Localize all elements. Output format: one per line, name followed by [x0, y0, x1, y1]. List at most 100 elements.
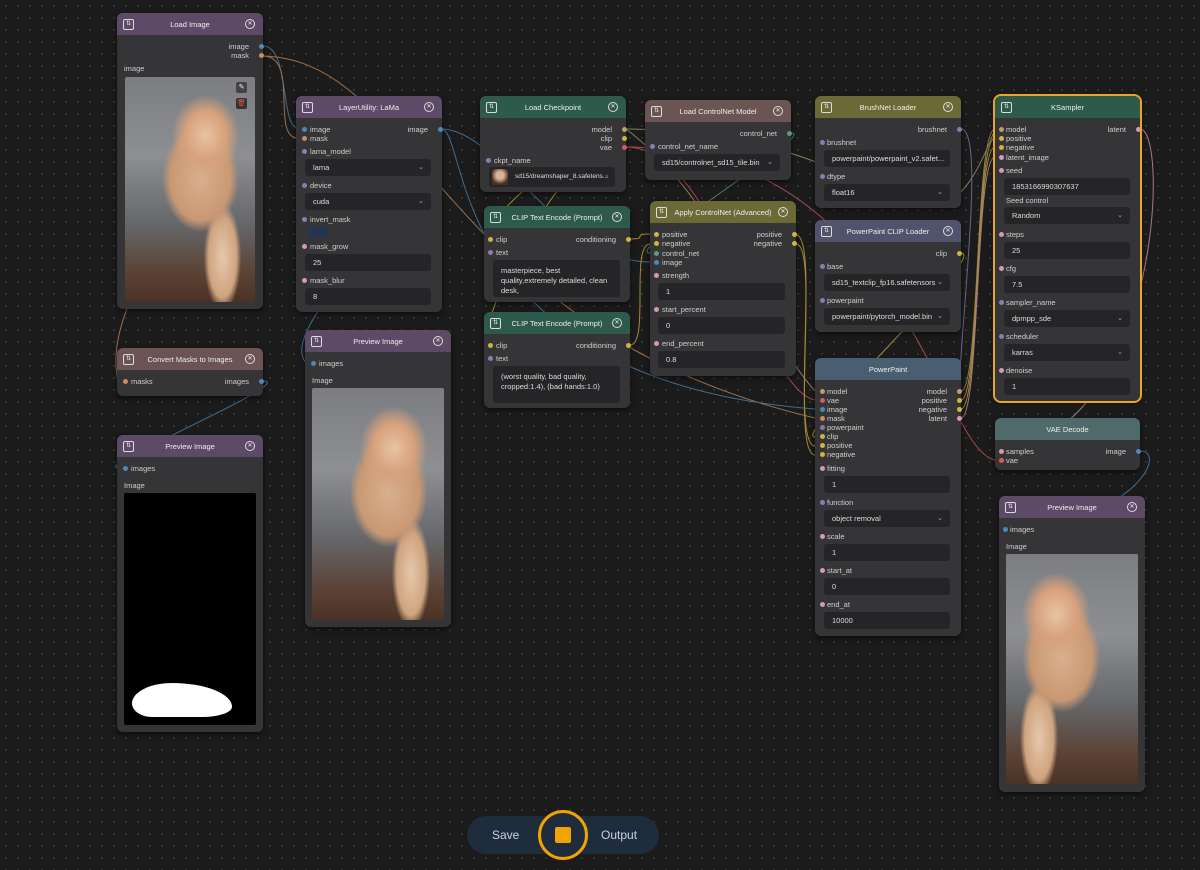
strength-input[interactable]: 1 [658, 283, 785, 300]
preview-mask-node[interactable]: ⇅ Preview Image ✕ images Image [117, 435, 263, 732]
strength-socket[interactable] [654, 273, 659, 278]
output-conditioning-socket[interactable] [626, 237, 631, 242]
close-icon[interactable]: ✕ [245, 354, 255, 364]
output-clip-socket[interactable] [622, 136, 627, 141]
node-header[interactable]: ⇅ Preview Image ✕ [117, 435, 263, 457]
preview-lama-node[interactable]: ⇅ Preview Image ✕ images Image [305, 330, 451, 627]
output-clip-socket[interactable] [957, 251, 962, 256]
node-header[interactable]: ⇅ PowerPaint CLIP Loader ✕ [815, 220, 961, 242]
end-percent-input[interactable]: 0.8 [658, 351, 785, 368]
output-model-socket[interactable] [622, 127, 627, 132]
input-negative-socket[interactable] [999, 145, 1004, 150]
cfg-socket[interactable] [999, 266, 1004, 271]
input-images-socket[interactable] [311, 361, 316, 366]
input-vae-socket[interactable] [820, 398, 825, 403]
close-icon[interactable]: ✕ [612, 318, 622, 328]
end-at-socket[interactable] [820, 602, 825, 607]
input-samples-socket[interactable] [999, 449, 1004, 454]
controlnet-name-socket[interactable] [650, 144, 655, 149]
apply-controlnet-node[interactable]: ⇅ Apply ControlNet (Advanced) ✕ positive… [650, 201, 797, 376]
delete-icon[interactable]: 🗑 [236, 98, 247, 109]
start-at-socket[interactable] [820, 568, 825, 573]
start-percent-input[interactable]: 0 [658, 317, 785, 334]
input-images-socket[interactable] [123, 466, 128, 471]
close-icon[interactable]: ✕ [245, 441, 255, 451]
close-icon[interactable]: ✕ [245, 19, 255, 29]
powerpaint-clip-loader-node[interactable]: ⇅ PowerPaint CLIP Loader ✕ clip base sd1… [815, 220, 962, 332]
input-latent-image-socket[interactable] [999, 155, 1004, 160]
start-at-input[interactable]: 0 [824, 578, 950, 595]
input-clip-socket[interactable] [820, 434, 825, 439]
input-mask-socket[interactable] [302, 136, 307, 141]
input-image-socket[interactable] [302, 127, 307, 132]
start-percent-socket[interactable] [654, 307, 659, 312]
end-percent-socket[interactable] [654, 341, 659, 346]
output-images-socket[interactable] [259, 379, 264, 384]
output-button[interactable]: Output [601, 828, 637, 842]
edit-icon[interactable]: ✎ [236, 82, 247, 93]
input-positive-socket[interactable] [820, 443, 825, 448]
sampler-name-select[interactable]: dpmpp_sde ⌄ [1004, 310, 1130, 327]
stop-button[interactable] [538, 810, 588, 860]
output-latent-socket[interactable] [957, 416, 962, 421]
input-clip-socket[interactable] [488, 237, 493, 242]
input-control-net-socket[interactable] [654, 251, 659, 256]
load-controlnet-node[interactable]: ⇅ Load ControlNet Model ✕ control_net co… [645, 100, 792, 180]
input-images-socket[interactable] [1003, 527, 1008, 532]
seed-input[interactable]: 1853166990307637 [1004, 178, 1130, 195]
brushnet-select[interactable]: powerpaint/powerpaint_v2.safet... [824, 150, 950, 167]
close-icon[interactable]: ✕ [433, 336, 443, 346]
output-negative-socket[interactable] [957, 407, 962, 412]
brushnet-socket[interactable] [820, 140, 825, 145]
seed-control-select[interactable]: Random ⌄ [1004, 207, 1130, 224]
dtype-socket[interactable] [820, 174, 825, 179]
input-masks-socket[interactable] [123, 379, 128, 384]
output-brushnet-socket[interactable] [957, 127, 962, 132]
preview-final-node[interactable]: ⇅ Preview Image ✕ images Image [999, 496, 1145, 792]
output-image-socket[interactable] [259, 44, 264, 49]
close-icon[interactable]: ✕ [943, 226, 953, 236]
output-latent-socket[interactable] [1136, 127, 1141, 132]
load-image-node[interactable]: ⇅ Load Image ✕ image mask image ✎ 🗑 [117, 13, 264, 309]
clip-text-encode-negative-node[interactable]: ⇅ CLIP Text Encode (Prompt) ✕ clip condi… [484, 312, 631, 408]
mask-grow-socket[interactable] [302, 244, 307, 249]
lama-model-select[interactable]: lama ⌄ [305, 159, 431, 176]
close-icon[interactable]: ✕ [424, 102, 434, 112]
input-positive-socket[interactable] [654, 232, 659, 237]
input-mask-socket[interactable] [820, 416, 825, 421]
brushnet-loader-node[interactable]: ⇅ BrushNet Loader ✕ brushnet brushnet po… [815, 96, 962, 208]
prompt-textarea[interactable]: masterpiece, best quality,extremely deta… [493, 260, 620, 297]
close-icon[interactable]: ✕ [778, 207, 788, 217]
powerpaint-socket[interactable] [820, 298, 825, 303]
node-header[interactable]: ⇅ Apply ControlNet (Advanced) ✕ [650, 201, 796, 223]
denoise-input[interactable]: 1 [1004, 378, 1130, 395]
input-negative-socket[interactable] [654, 241, 659, 246]
sampler-name-socket[interactable] [999, 300, 1004, 305]
node-header[interactable]: ⇅ Convert Masks to Images ✕ [117, 348, 263, 370]
steps-input[interactable]: 25 [1004, 242, 1130, 259]
device-socket[interactable] [302, 183, 307, 188]
controlnet-name-select[interactable]: sd15/controlnet_sd15_tile.bin ⌄ [654, 154, 780, 171]
base-select[interactable]: sd15_textclip_fp16.safetensors ⌄ [824, 274, 950, 291]
node-header[interactable]: ⇅ LayerUtility: LaMa ✕ [296, 96, 442, 118]
output-model-socket[interactable] [957, 389, 962, 394]
node-header[interactable]: PowerPaint [815, 358, 961, 380]
output-image-socket[interactable] [1136, 449, 1141, 454]
function-socket[interactable] [820, 500, 825, 505]
steps-socket[interactable] [999, 232, 1004, 237]
device-select[interactable]: cuda ⌄ [305, 193, 431, 210]
mask-blur-socket[interactable] [302, 278, 307, 283]
lama-model-socket[interactable] [302, 149, 307, 154]
node-header[interactable]: ⇅ Preview Image ✕ [999, 496, 1145, 518]
close-icon[interactable]: ✕ [612, 212, 622, 222]
powerpaint-select[interactable]: powerpaint/pytorch_model.bin ⌄ [824, 308, 950, 325]
scale-socket[interactable] [820, 534, 825, 539]
node-header[interactable]: ⇅ Load ControlNet Model ✕ [645, 100, 791, 122]
save-button[interactable]: Save [492, 828, 519, 842]
input-clip-socket[interactable] [488, 343, 493, 348]
close-icon[interactable]: ✕ [1127, 502, 1137, 512]
scheduler-select[interactable]: karras ⌄ [1004, 344, 1130, 361]
output-image-socket[interactable] [438, 127, 443, 132]
output-mask-socket[interactable] [259, 53, 264, 58]
close-icon[interactable]: ✕ [608, 102, 618, 112]
